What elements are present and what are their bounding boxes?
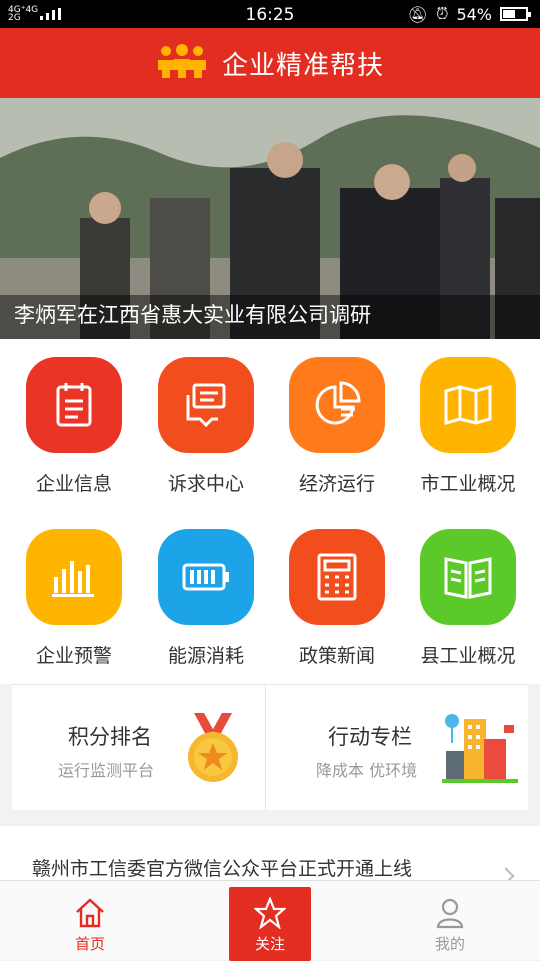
page-title: 企业精准帮扶 [222, 51, 385, 81]
medal-icon [188, 713, 238, 782]
news-list-item[interactable]: 赣州市工信委官方微信公众平台正式开通上线 [0, 826, 540, 885]
policy-news-label: 政策新闻 [298, 645, 375, 667]
message-icon [186, 383, 226, 428]
appeal-center-circle [158, 357, 254, 453]
menu-enterprise-info[interactable]: 企业信息 [7, 339, 139, 511]
news-headline: 赣州市工信委官方微信公众平台正式开通上线 [32, 858, 413, 880]
economic-operation-circle [289, 357, 385, 453]
pie-chart-icon [315, 381, 361, 425]
policy-news-circle [289, 529, 385, 625]
status-bar: 4G⁺4G 2G 16:25 🔕︎ ⏰︎ 54% [0, 0, 540, 28]
feature-grid: 企业信息 诉求中心 经济运行 市工业概况 企业预警 能源消耗 政策新闻 县工业概… [0, 339, 540, 684]
buildings-icon [442, 714, 518, 783]
map-icon [444, 385, 492, 425]
enterprise-info-circle [26, 357, 122, 453]
battery-fill [503, 10, 515, 18]
mute-icon: 🔕︎ [407, 4, 428, 24]
menu-energy-consumption[interactable]: 能源消耗 [139, 511, 271, 683]
ranking-card-subtitle: 运行监测平台 [58, 761, 155, 780]
action-card-subtitle: 降成本 优环境 [316, 761, 418, 780]
menu-enterprise-warning[interactable]: 企业预警 [7, 511, 139, 683]
enterprise-info-label: 企业信息 [35, 473, 112, 495]
alarm-icon: ⏰︎ [435, 4, 449, 23]
energy-consumption-circle [158, 529, 254, 625]
book-icon [444, 557, 492, 599]
enterprise-warning-circle [26, 529, 122, 625]
tab-home[interactable]: 首页 [40, 881, 140, 961]
battery-percent: 54% [456, 4, 492, 24]
banner-caption: 李炳军在江西省惠大实业有限公司调研 [14, 303, 371, 327]
menu-policy-news[interactable]: 政策新闻 [270, 511, 402, 683]
tab-follow-label: 关注 [254, 935, 285, 953]
county-industry-label: 县工业概况 [420, 645, 516, 667]
energy-consumption-label: 能源消耗 [167, 645, 244, 667]
battery-icon [182, 563, 229, 591]
action-card-title: 行动专栏 [328, 725, 412, 749]
enterprise-warning-label: 企业预警 [35, 645, 112, 667]
ranking-card-title: 积分排名 [68, 725, 152, 749]
tab-home-label: 首页 [74, 935, 105, 953]
calculator-icon [317, 553, 357, 601]
app-header: 企业精准帮扶 [0, 28, 540, 98]
action-card[interactable]: 行动专栏 降成本 优环境 [266, 685, 519, 811]
battery-icon [500, 7, 531, 21]
appeal-center-label: 诉求中心 [167, 473, 244, 495]
home-icon [76, 898, 104, 928]
notepad-icon [56, 383, 92, 427]
star-icon [254, 897, 286, 929]
menu-economic-operation[interactable]: 经济运行 [270, 339, 402, 511]
menu-county-industry-overview[interactable]: 县工业概况 [401, 511, 533, 683]
menu-city-industry-overview[interactable]: 市工业概况 [401, 339, 533, 511]
city-industry-circle [420, 357, 516, 453]
ranking-card[interactable]: 积分排名 运行监测平台 [12, 685, 265, 811]
county-industry-circle [420, 529, 516, 625]
city-industry-label: 市工业概况 [420, 473, 516, 495]
tab-mine[interactable]: 我的 [400, 881, 500, 961]
people-logo-icon [158, 44, 206, 78]
news-banner[interactable]: 李炳军在江西省惠大实业有限公司调研 [0, 98, 540, 339]
bar-chart-icon [52, 561, 94, 597]
user-icon [436, 898, 464, 929]
bottom-tab-bar: 首页 关注 我的 [0, 880, 540, 961]
menu-appeal-center[interactable]: 诉求中心 [139, 339, 271, 511]
tab-follow[interactable]: 关注 [229, 887, 311, 961]
tab-mine-label: 我的 [434, 935, 465, 953]
economic-operation-label: 经济运行 [298, 473, 375, 495]
feature-cards: 积分排名 运行监测平台 行动专栏 降成本 优环境 [12, 684, 528, 811]
